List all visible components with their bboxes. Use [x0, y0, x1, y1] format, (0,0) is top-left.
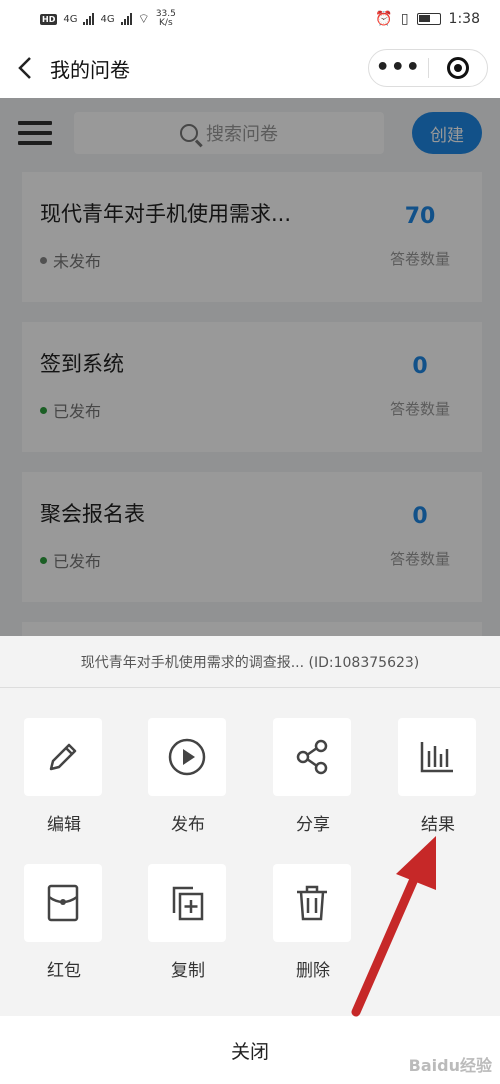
annotation-arrow-icon: [351, 836, 436, 1017]
trash-icon: [297, 885, 327, 921]
publish-action-label: 发布: [171, 815, 205, 835]
red-envelope-action-box[interactable]: [24, 864, 102, 942]
results-action[interactable]: 结果: [398, 718, 478, 835]
net-speed: 33.5 K/s: [156, 10, 176, 28]
edit-action-box[interactable]: [24, 718, 102, 796]
watermark: Baidu经验: [408, 1056, 492, 1075]
status-bar: HD 4G 4G ⌔ 33.5 K/s ⏰ ▯ 1:38: [0, 0, 500, 38]
share-action-box[interactable]: [273, 718, 351, 796]
publish-action-box[interactable]: [148, 718, 226, 796]
copy-action[interactable]: 复制: [148, 864, 228, 981]
red-envelope-action-label: 红包: [47, 961, 81, 981]
bar-chart-icon: [420, 742, 453, 773]
publish-action[interactable]: 发布: [148, 718, 228, 835]
copy-icon: [172, 886, 204, 921]
close-mini-program-button[interactable]: [428, 57, 487, 79]
status-left: HD 4G 4G ⌔ 33.5 K/s: [40, 10, 176, 28]
play-icon: [168, 738, 206, 776]
pencil-icon: [49, 743, 77, 771]
hd-badge: HD: [40, 13, 58, 25]
network-type-1: 4G: [63, 13, 78, 25]
signal-icon-2: [120, 13, 132, 25]
signal-icon: [83, 13, 95, 25]
red-envelope-icon: [47, 884, 79, 922]
share-action[interactable]: 分享: [273, 718, 353, 835]
wifi-icon: ⌔: [137, 12, 150, 27]
back-button[interactable]: [0, 38, 50, 98]
red-envelope-action[interactable]: 红包: [24, 864, 104, 981]
vibrate-icon: ▯: [400, 11, 409, 27]
target-icon: [446, 57, 469, 79]
network-type-2: 4G: [100, 13, 115, 25]
clock: 1:38: [448, 11, 480, 27]
status-right: ⏰ ▯ 1:38: [375, 11, 480, 27]
copy-action-label: 复制: [171, 961, 205, 981]
title-bar: 我的问卷 •••: [0, 38, 500, 98]
share-icon: [296, 739, 328, 775]
net-speed-unit: K/s: [159, 18, 173, 28]
modal-backdrop[interactable]: [0, 98, 500, 638]
battery-icon: [416, 13, 441, 25]
edit-action[interactable]: 编辑: [24, 718, 104, 835]
mini-program-capsule: •••: [368, 49, 488, 87]
alarm-icon: ⏰: [375, 11, 393, 27]
action-sheet-header: 现代青年对手机使用需求的调查报... (ID:108375623): [0, 636, 500, 688]
copy-action-box[interactable]: [148, 864, 226, 942]
results-action-box[interactable]: [398, 718, 476, 796]
chevron-left-icon: [18, 57, 31, 79]
page-title: 我的问卷: [50, 57, 130, 82]
edit-action-label: 编辑: [47, 815, 81, 835]
more-button[interactable]: •••: [369, 57, 428, 79]
